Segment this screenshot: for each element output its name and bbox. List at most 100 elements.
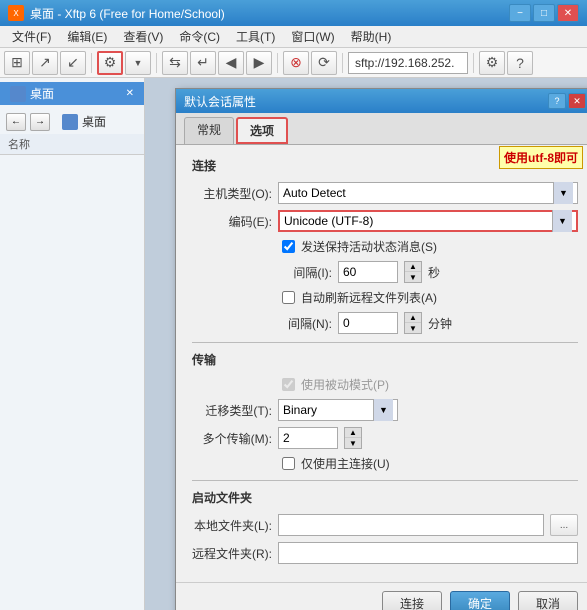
refresh-spinner-btns: ▲ ▼ bbox=[404, 312, 422, 334]
transfer-type-select[interactable]: Binary ▼ bbox=[278, 399, 398, 421]
transfer-type-row: 迁移类型(T): Binary ▼ bbox=[192, 399, 578, 421]
annotation-note: 使用utf-8即可 bbox=[499, 146, 583, 169]
close-button[interactable]: ✕ bbox=[557, 4, 579, 22]
toolbar-help[interactable]: ? bbox=[507, 51, 533, 75]
current-folder-label: 桌面 bbox=[82, 113, 106, 130]
sidebar-tab-close[interactable]: ✕ bbox=[126, 88, 134, 99]
menu-tools[interactable]: 工具(T) bbox=[228, 26, 283, 47]
col-header-name: 名称 bbox=[0, 134, 144, 155]
refresh-down-btn[interactable]: ▼ bbox=[405, 323, 421, 333]
encoding-dropdown-btn[interactable]: ▼ bbox=[552, 210, 572, 232]
keepalive-label[interactable]: 发送保持活动状态消息(S) bbox=[301, 238, 437, 255]
multi-transfer-label: 多个传输(M): bbox=[192, 430, 272, 447]
multi-spinner: ▲ ▼ bbox=[344, 427, 362, 449]
refresh-interval-unit: 分钟 bbox=[428, 315, 452, 332]
keepalive-row: 发送保持活动状态消息(S) bbox=[282, 238, 578, 255]
keepalive-checkbox[interactable] bbox=[282, 240, 295, 253]
tab-options[interactable]: 选项 bbox=[236, 117, 288, 144]
menu-help[interactable]: 帮助(H) bbox=[343, 26, 400, 47]
nav-forward-btn[interactable]: → bbox=[30, 113, 50, 131]
toolbar-sep2 bbox=[156, 53, 157, 73]
toolbar-settings[interactable]: ⚙ bbox=[479, 51, 505, 75]
interval-row: 间隔(I): 60 ▲ ▼ 秒 bbox=[282, 261, 578, 283]
host-type-label: 主机类型(O): bbox=[192, 185, 272, 202]
toolbar-btn6[interactable]: ↵ bbox=[190, 51, 216, 75]
refresh-interval-input[interactable]: 0 bbox=[338, 312, 398, 334]
menu-view[interactable]: 查看(V) bbox=[115, 26, 171, 47]
dialog-tabs: 常规 选项 bbox=[176, 113, 587, 145]
main-only-label[interactable]: 仅使用主连接(U) bbox=[301, 455, 390, 472]
menu-window[interactable]: 窗口(W) bbox=[283, 26, 342, 47]
local-folder-input[interactable] bbox=[278, 514, 544, 536]
interval-up-btn[interactable]: ▲ bbox=[405, 262, 421, 272]
passive-mode-checkbox[interactable] bbox=[282, 378, 295, 391]
remote-folder-row: 远程文件夹(R): bbox=[192, 542, 578, 564]
toolbar-session-props[interactable]: ⚙ bbox=[97, 51, 123, 75]
annotation-text: 使用utf-8即可 bbox=[504, 151, 578, 165]
connect-button[interactable]: 连接 bbox=[382, 591, 442, 610]
content-area: 默认会话属性 ? ✕ 常规 选项 连接 主机类型(O): Auto Detect… bbox=[145, 78, 587, 610]
local-folder-browse-btn[interactable]: ... bbox=[550, 514, 578, 536]
passive-mode-row: 使用被动模式(P) bbox=[282, 376, 578, 393]
toolbar-refresh[interactable]: ⟳ bbox=[311, 51, 337, 75]
menu-file[interactable]: 文件(F) bbox=[4, 26, 59, 47]
remote-folder-label: 远程文件夹(R): bbox=[192, 545, 272, 562]
refresh-interval-row: 间隔(N): 0 ▲ ▼ 分钟 bbox=[282, 312, 578, 334]
menu-command[interactable]: 命令(C) bbox=[171, 26, 228, 47]
dialog-footer: 连接 确定 取消 bbox=[176, 582, 587, 610]
transfer-type-label: 迁移类型(T): bbox=[192, 402, 272, 419]
refresh-up-btn[interactable]: ▲ bbox=[405, 313, 421, 323]
interval-input[interactable]: 60 bbox=[338, 261, 398, 283]
menu-bar: 文件(F) 编辑(E) 查看(V) 命令(C) 工具(T) 窗口(W) 帮助(H… bbox=[0, 26, 587, 48]
sidebar-current: 桌面 bbox=[54, 111, 114, 132]
encoding-label: 编码(E): bbox=[192, 213, 272, 230]
section-startup-title: 启动文件夹 bbox=[192, 489, 578, 506]
multi-up-btn[interactable]: ▲ bbox=[345, 428, 361, 438]
cancel-button[interactable]: 取消 bbox=[518, 591, 578, 610]
multi-transfer-input[interactable]: 2 bbox=[278, 427, 338, 449]
tab-general[interactable]: 常规 bbox=[184, 117, 234, 144]
ok-button[interactable]: 确定 bbox=[450, 591, 510, 610]
transfer-type-dropdown-btn[interactable]: ▼ bbox=[373, 399, 393, 421]
toolbar-address: sftp://192.168.252. bbox=[348, 52, 468, 74]
minimize-button[interactable]: − bbox=[509, 4, 531, 22]
menu-edit[interactable]: 编辑(E) bbox=[59, 26, 115, 47]
toolbar-stop[interactable]: ⊗ bbox=[283, 51, 309, 75]
main-only-checkbox[interactable] bbox=[282, 457, 295, 470]
toolbar-sep1 bbox=[91, 53, 92, 73]
interval-down-btn[interactable]: ▼ bbox=[405, 272, 421, 282]
dialog-body: 连接 主机类型(O): Auto Detect ▼ 编码(E): Unicode… bbox=[176, 145, 587, 582]
toolbar-btn4[interactable]: ▼ bbox=[125, 51, 151, 75]
interval-label: 间隔(I): bbox=[282, 264, 332, 281]
toolbar-btn8[interactable]: ▶ bbox=[246, 51, 272, 75]
maximize-button[interactable]: □ bbox=[533, 4, 555, 22]
interval-unit: 秒 bbox=[428, 264, 440, 281]
host-type-select[interactable]: Auto Detect ▼ bbox=[278, 182, 578, 204]
remote-folder-input[interactable] bbox=[278, 542, 578, 564]
toolbar-btn7[interactable]: ◀ bbox=[218, 51, 244, 75]
dialog-help-btn[interactable]: ? bbox=[548, 93, 566, 109]
refresh-interval-label: 间隔(N): bbox=[282, 315, 332, 332]
section-sep1 bbox=[192, 342, 578, 343]
toolbar-btn3[interactable]: ↙ bbox=[60, 51, 86, 75]
host-type-dropdown-btn[interactable]: ▼ bbox=[553, 182, 573, 204]
title-bar: X 桌面 - Xftp 6 (Free for Home/School) − □… bbox=[0, 0, 587, 26]
sidebar: 桌面 ✕ ← → 桌面 名称 bbox=[0, 78, 145, 610]
host-type-row: 主机类型(O): Auto Detect ▼ bbox=[192, 182, 578, 204]
auto-refresh-checkbox[interactable] bbox=[282, 291, 295, 304]
nav-back-btn[interactable]: ← bbox=[6, 113, 26, 131]
toolbar-btn5[interactable]: ⇆ bbox=[162, 51, 188, 75]
sidebar-tab-desktop[interactable]: 桌面 ✕ bbox=[0, 82, 144, 105]
local-folder-label: 本地文件夹(L): bbox=[192, 517, 272, 534]
main-only-row: 仅使用主连接(U) bbox=[282, 455, 578, 472]
dialog-title-text: 默认会话属性 bbox=[184, 93, 546, 110]
main-area: 桌面 ✕ ← → 桌面 名称 默认会话属性 ? ✕ bbox=[0, 78, 587, 610]
refresh-spinner: ▲ ▼ bbox=[404, 312, 422, 334]
toolbar-new-session[interactable]: ⊞ bbox=[4, 51, 30, 75]
dialog-close-btn[interactable]: ✕ bbox=[568, 93, 586, 109]
encoding-select[interactable]: Unicode (UTF-8) ▼ bbox=[278, 210, 578, 232]
desktop-icon bbox=[10, 86, 26, 102]
toolbar-btn2[interactable]: ↗ bbox=[32, 51, 58, 75]
auto-refresh-label[interactable]: 自动刷新远程文件列表(A) bbox=[301, 289, 437, 306]
multi-down-btn[interactable]: ▼ bbox=[345, 438, 361, 448]
